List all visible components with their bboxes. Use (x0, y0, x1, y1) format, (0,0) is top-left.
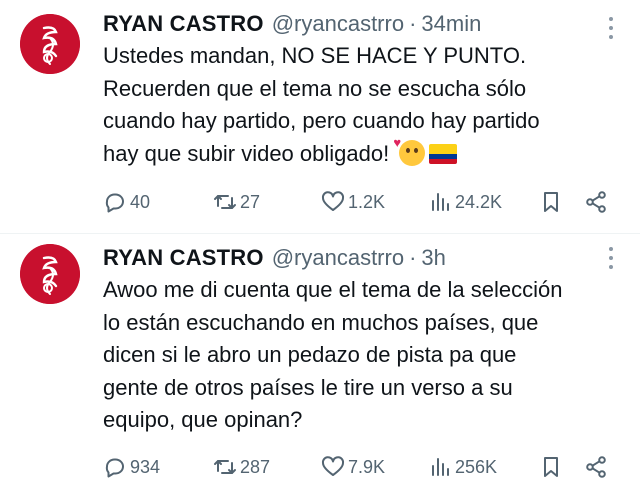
action-bar: 934 287 7.9K 256K (100, 452, 620, 482)
like-button[interactable]: 7.9K (321, 452, 385, 482)
artist-logo-icon (20, 14, 80, 74)
view-count: 24.2K (455, 191, 503, 212)
reply-count: 40 (130, 191, 151, 212)
author-name[interactable]: RYAN CASTRO (103, 9, 264, 39)
avatar[interactable] (20, 14, 80, 74)
like-button[interactable]: 1.2K (321, 187, 385, 217)
tweet-text: Ustedes mandan, NO SE HACE Y PUNTO. Recu… (103, 40, 633, 170)
bookmark-icon (544, 457, 558, 477)
reply-icon (105, 193, 124, 213)
view-count: 256K (455, 456, 498, 477)
reply-icon (105, 458, 124, 478)
reply-count: 934 (130, 456, 161, 477)
bookmark-button[interactable] (539, 452, 563, 482)
bookmark-icon (544, 192, 558, 212)
author-name[interactable]: RYAN CASTRO (103, 243, 264, 273)
more-icon[interactable] (608, 247, 614, 269)
repost-button[interactable]: 287 (213, 452, 270, 482)
timeline-feed: RYAN CASTRO @ryancastrro · 34min Ustedes… (0, 0, 640, 493)
repost-count: 27 (240, 191, 261, 212)
timestamp[interactable]: 3h (421, 243, 445, 273)
views-icon (432, 193, 449, 211)
repost-icon (214, 460, 236, 474)
timestamp[interactable]: 34min (421, 9, 481, 39)
artist-logo-icon (20, 244, 80, 304)
tweet-text-body: Ustedes mandan, NO SE HACE Y PUNTO. Recu… (103, 43, 540, 166)
views-button[interactable]: 24.2K (428, 187, 502, 217)
avatar[interactable] (20, 244, 80, 304)
author-handle[interactable]: @ryancastrro (272, 9, 404, 39)
share-button[interactable] (584, 187, 608, 217)
share-icon (586, 191, 606, 213)
repost-count: 287 (240, 456, 271, 477)
like-count: 7.9K (348, 456, 386, 477)
like-count: 1.2K (348, 191, 386, 212)
bookmark-button[interactable] (539, 187, 563, 217)
like-icon (321, 191, 345, 211)
share-button[interactable] (584, 452, 608, 482)
smiling-face-with-hearts-icon: ♥ (393, 136, 426, 166)
reply-button[interactable]: 40 (103, 187, 150, 217)
separator: · (409, 245, 417, 270)
tweet-text: Awoo me di cuenta que el tema de la sele… (103, 277, 563, 432)
tweet-header: RYAN CASTRO @ryancastrro · 3h (103, 243, 600, 273)
tweet-header: RYAN CASTRO @ryancastrro · 34min (103, 9, 600, 39)
colombia-flag-icon (429, 143, 458, 164)
views-button[interactable]: 256K (428, 452, 497, 482)
separator: · (409, 11, 417, 36)
reply-button[interactable]: 934 (103, 452, 160, 482)
like-icon (321, 456, 345, 476)
more-icon[interactable] (608, 17, 614, 39)
share-icon (586, 456, 606, 478)
author-handle[interactable]: @ryancastrro (272, 243, 404, 273)
repost-icon (214, 195, 236, 209)
tweet[interactable]: RYAN CASTRO @ryancastrro · 3h Awoo me di… (0, 234, 640, 493)
repost-button[interactable]: 27 (213, 187, 260, 217)
views-icon (432, 458, 449, 476)
action-bar: 40 27 1.2K 24.2K (100, 187, 620, 217)
tweet[interactable]: RYAN CASTRO @ryancastrro · 34min Ustedes… (0, 0, 640, 234)
